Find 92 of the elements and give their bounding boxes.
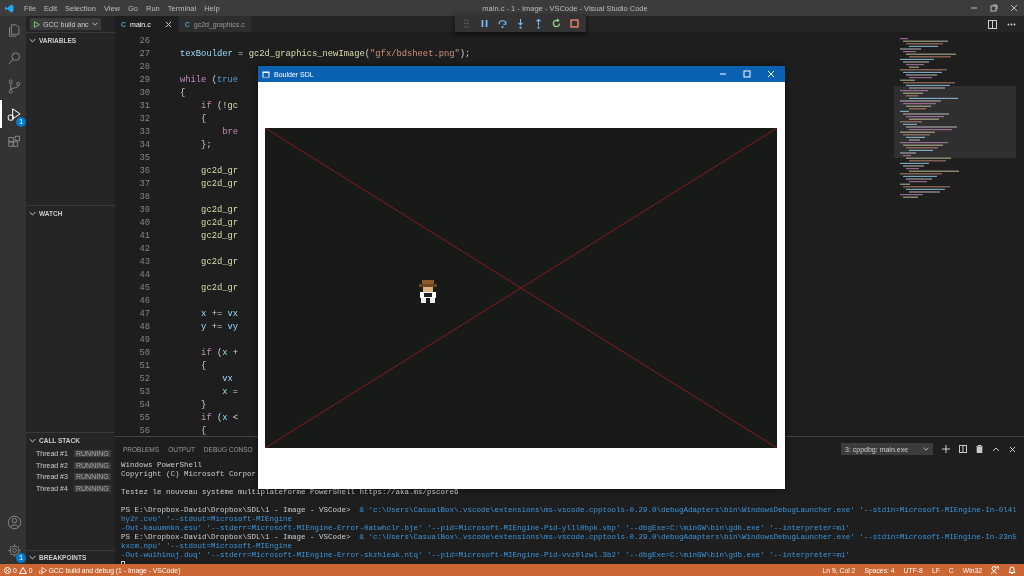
play-icon <box>33 20 40 28</box>
line-number: 41 <box>138 230 150 241</box>
line-number: 55 <box>138 412 150 423</box>
bell-icon[interactable] <box>1008 566 1016 574</box>
code-line: x = <box>221 386 239 397</box>
search-icon <box>6 50 22 66</box>
line-number: 28 <box>138 61 150 72</box>
close-icon[interactable] <box>1009 445 1016 453</box>
line-number: 49 <box>138 334 150 345</box>
files-icon <box>6 22 22 38</box>
line-number: 54 <box>138 399 150 410</box>
code-line: gc2d_gr <box>200 217 239 228</box>
line-number: 44 <box>138 269 150 280</box>
code-line: gc2d_gr <box>200 282 239 293</box>
code-line: vx <box>221 373 233 384</box>
trash-icon[interactable] <box>976 445 983 453</box>
settings-icon <box>6 542 22 558</box>
line-number: 43 <box>138 256 150 267</box>
minimize-icon[interactable] <box>970 4 978 12</box>
step-over-icon[interactable] <box>497 18 508 29</box>
run-debug-icon <box>6 106 22 122</box>
drag-handle-icon[interactable] <box>461 18 472 29</box>
line-number: 34 <box>138 139 150 150</box>
restart-icon[interactable] <box>551 18 562 29</box>
app-logo-icon <box>5 3 14 13</box>
code-line: bre <box>221 126 239 137</box>
pause-icon[interactable] <box>479 18 490 29</box>
close-icon[interactable] <box>164 20 172 28</box>
code-line: if (!gc <box>200 100 239 111</box>
close-icon[interactable] <box>1010 4 1018 12</box>
line-number: 56 <box>138 425 150 436</box>
more-icon[interactable] <box>1007 22 1016 26</box>
chevron-icon <box>923 446 929 452</box>
code-line: { <box>200 360 207 371</box>
line-number: 39 <box>138 204 150 215</box>
line-number: 38 <box>138 191 150 202</box>
code-line: }; <box>200 139 212 150</box>
line-number: 30 <box>138 87 150 98</box>
line-number: 47 <box>138 308 150 319</box>
step-out-icon[interactable] <box>533 18 544 29</box>
code-line: gc2d_gr <box>200 204 239 215</box>
code-line: x += vx <box>200 308 239 319</box>
line-number: 37 <box>138 178 150 189</box>
line-number: 51 <box>138 360 150 371</box>
stop-icon[interactable] <box>569 18 580 29</box>
chevron-icon <box>91 21 98 27</box>
code-line: } <box>200 399 207 410</box>
line-number: 27 <box>138 48 150 59</box>
line-number: 42 <box>138 243 150 254</box>
code-line: { <box>200 425 207 436</box>
feedback-icon[interactable] <box>991 566 999 574</box>
restore-icon[interactable] <box>990 4 998 12</box>
line-number: 48 <box>138 321 150 332</box>
line-number: 46 <box>138 295 150 306</box>
line-number: 35 <box>138 152 150 163</box>
warning-icon <box>18 566 27 574</box>
window-icon <box>262 70 270 78</box>
error-icon <box>4 566 11 574</box>
debug-icon <box>38 566 47 574</box>
line-number: 45 <box>138 282 150 293</box>
line-number: 36 <box>138 165 150 176</box>
account-icon <box>6 514 22 530</box>
code-line: gc2d_gr <box>200 165 239 176</box>
line-number: 40 <box>138 217 150 228</box>
code-line: y += vy <box>200 321 239 332</box>
chevron-up-icon[interactable] <box>992 446 1000 452</box>
branch-icon <box>6 78 22 94</box>
line-number: 26 <box>138 35 150 46</box>
split-terminal-icon[interactable] <box>959 445 967 453</box>
line-number: 52 <box>138 373 150 384</box>
code-line: if (x + <box>200 347 239 358</box>
code-line: gc2d_gr <box>200 256 239 267</box>
code-line: while (true <box>180 74 239 85</box>
sprite-drawing <box>419 280 437 303</box>
plus-icon[interactable] <box>942 445 950 453</box>
line-number: 29 <box>138 74 150 85</box>
line-number: 32 <box>138 113 150 124</box>
step-into-icon[interactable] <box>515 18 526 29</box>
code-line: { <box>200 113 207 124</box>
maximize-icon[interactable] <box>743 70 751 78</box>
line-number: 33 <box>138 126 150 137</box>
line-number: 53 <box>138 386 150 397</box>
code-line: gc2d_gr <box>200 178 239 189</box>
code-line: texBoulder = gc2d_graphics_newImage("gfx/bdsheet.png"); <box>180 48 471 59</box>
split-editor-icon[interactable] <box>988 19 997 29</box>
extensions-icon <box>6 134 22 150</box>
code-line: if (x < <box>200 412 239 423</box>
minimize-icon[interactable] <box>719 70 727 78</box>
code-line: gc2d_gr <box>200 230 239 241</box>
line-number: 31 <box>138 100 150 111</box>
code-line: { <box>180 87 186 98</box>
line-number: 50 <box>138 347 150 358</box>
